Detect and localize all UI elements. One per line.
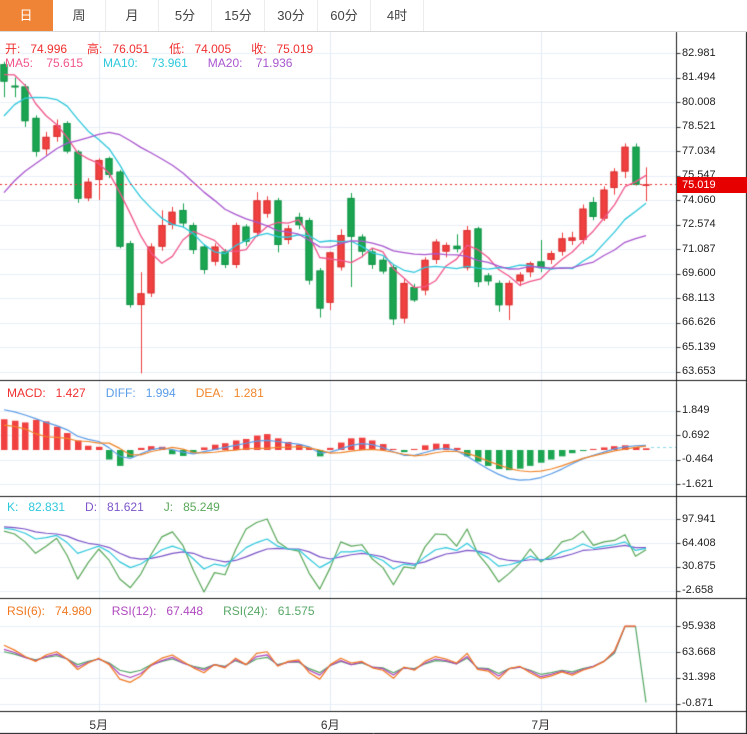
month-label: 6月 — [321, 716, 340, 733]
current-price-badge: 75.019 — [677, 177, 747, 193]
legend-label: MA5: — [5, 56, 36, 70]
ohlc-legend: 开: 74.996 高: 76.051 低: 74.005 收: 75.019 — [5, 40, 333, 57]
price-tick: 82.981 — [682, 47, 716, 59]
main-chart-area[interactable] — [0, 32, 676, 380]
trading-chart-app: 日周月5分15分30分60分4时 开: 74.996 高: 76.051 低: 74.00… — [0, 0, 747, 734]
legend-label: 开: — [5, 42, 20, 56]
legend-label: DIFF: — [106, 386, 136, 400]
legend-value: 73.961 — [151, 56, 188, 70]
legend-value: 75.019 — [276, 42, 313, 56]
price-tick: 63.653 — [682, 365, 716, 377]
tab-4[interactable]: 15分 — [212, 0, 265, 31]
rsi-tick: 63.668 — [682, 646, 716, 658]
legend-value: 1.994 — [146, 386, 176, 400]
legend-label: D: — [85, 500, 97, 514]
tab-2[interactable]: 月 — [106, 0, 159, 31]
legend-value: 74.980 — [55, 604, 92, 618]
macd-legend: MACD: 1.427 DIFF: 1.994 DEA: 1.281 — [7, 386, 284, 400]
price-tick: 81.494 — [682, 71, 716, 83]
legend-label: RSI(12): — [112, 604, 157, 618]
legend-label: DEA: — [196, 386, 224, 400]
legend-value: 74.005 — [194, 42, 231, 56]
tab-5[interactable]: 30分 — [265, 0, 318, 31]
legend-label: 收: — [251, 42, 266, 56]
legend-label: 高: — [87, 42, 102, 56]
legend-label: MA20: — [208, 56, 246, 70]
tab-0[interactable]: 日 — [0, 0, 53, 31]
price-tick: 69.600 — [682, 267, 716, 279]
rsi-tick: -0.871 — [682, 697, 713, 709]
legend-label: MACD: — [7, 386, 46, 400]
tab-6[interactable]: 60分 — [318, 0, 371, 31]
legend-label: RSI(24): — [223, 604, 268, 618]
price-tick: 77.034 — [682, 145, 716, 157]
price-tick: 80.008 — [682, 96, 716, 108]
rsi-tick: 95.938 — [682, 620, 716, 632]
kdj-tick: 30.875 — [682, 560, 716, 572]
price-tick: 71.087 — [682, 243, 716, 255]
rsi-tick: 31.398 — [682, 671, 716, 683]
legend-value: 1.281 — [234, 386, 264, 400]
price-tick: 65.139 — [682, 341, 716, 353]
kdj-tick: 97.941 — [682, 513, 716, 525]
kdj-tick: 64.408 — [682, 537, 716, 549]
ma-legend: MA5: 75.615 MA10: 73.961 MA20: 71.936 — [5, 56, 312, 70]
legend-value: 67.448 — [166, 604, 203, 618]
month-label: 7月 — [531, 716, 550, 733]
legend-value: 1.427 — [56, 386, 86, 400]
price-tick: 78.521 — [682, 120, 716, 132]
legend-label: MA10: — [103, 56, 141, 70]
price-tick: 68.113 — [682, 292, 715, 304]
month-label: 5月 — [89, 716, 108, 733]
legend-value: 81.621 — [107, 500, 144, 514]
legend-value: 74.996 — [30, 42, 67, 56]
macd-tick: -0.464 — [682, 453, 713, 465]
timeframe-tabbar: 日周月5分15分30分60分4时 — [0, 0, 747, 32]
rsi-legend: RSI(6): 74.980 RSI(12): 67.448 RSI(24): 61.57… — [7, 604, 335, 618]
price-tick: 74.060 — [682, 194, 716, 206]
legend-value: 85.249 — [183, 500, 220, 514]
legend-label: J: — [164, 500, 173, 514]
macd-tick: 1.849 — [682, 404, 710, 416]
tab-3[interactable]: 5分 — [159, 0, 212, 31]
tab-7[interactable]: 4时 — [371, 0, 424, 31]
legend-label: 低: — [169, 42, 184, 56]
tab-1[interactable]: 周 — [53, 0, 106, 31]
macd-tick: 0.692 — [682, 429, 710, 441]
price-tick: 66.626 — [682, 316, 716, 328]
legend-value: 82.831 — [28, 500, 65, 514]
legend-value: 76.051 — [112, 42, 149, 56]
price-tick: 72.574 — [682, 218, 716, 230]
legend-label: RSI(6): — [7, 604, 45, 618]
kdj-tick: -2.658 — [682, 584, 713, 596]
legend-value: 71.936 — [256, 56, 293, 70]
legend-value: 61.575 — [278, 604, 315, 618]
legend-value: 75.615 — [46, 56, 83, 70]
macd-tick: -1.621 — [682, 478, 713, 490]
legend-label: K: — [7, 500, 18, 514]
kdj-legend: K: 82.831 D: 81.621 J: 85.249 — [7, 500, 240, 514]
